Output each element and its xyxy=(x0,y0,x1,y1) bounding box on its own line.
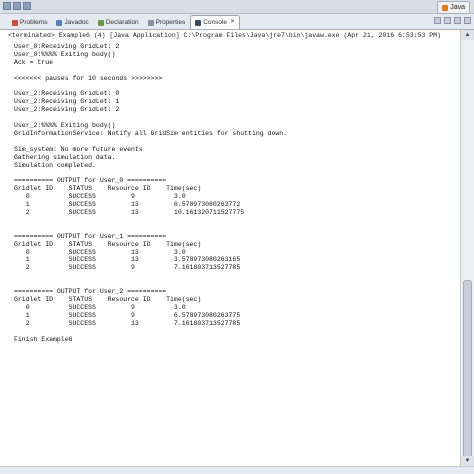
debug-icon[interactable] xyxy=(23,2,31,10)
tab-properties[interactable]: Properties xyxy=(144,16,190,29)
console-line: Finish Example6 xyxy=(14,335,73,343)
console-icon xyxy=(195,19,202,26)
scrollbar-thumb[interactable] xyxy=(463,280,472,460)
tab-problems[interactable]: Problems xyxy=(8,16,51,29)
console-line: User_2:Receiving GridLet: 1 xyxy=(14,98,120,106)
console-line: Simulation completed. xyxy=(14,161,96,169)
console-view-tools xyxy=(434,17,471,24)
console-line: ========== OUTPUT for User_2 ========== xyxy=(14,288,167,296)
properties-icon xyxy=(147,19,154,26)
java-perspective-button[interactable]: Java xyxy=(437,1,470,14)
console-output[interactable]: <terminated> Example6 (4) [Java Applicat… xyxy=(0,30,460,466)
console-line: User_2:Receiving GridLet: 2 xyxy=(14,106,120,114)
toolbar-icons xyxy=(3,2,31,10)
console-line: Ack = true xyxy=(14,58,54,66)
console-line: <<<<<<< pauses for 10 seconds >>>>>>>> xyxy=(14,74,163,82)
java-perspective-icon xyxy=(442,4,449,11)
console-line: 0 SUCCESS 13 3.0 xyxy=(14,248,186,256)
console-line: User_0:%%%% Exiting body() xyxy=(14,50,116,58)
console-line: 1 SUCCESS 13 3.578973080263165 xyxy=(14,256,241,264)
view-tab-bar: Problems Javadoc Declaration Properties … xyxy=(0,14,474,30)
clear-console-icon[interactable] xyxy=(444,17,451,24)
console-line: 0 SUCCESS 9 3.0 xyxy=(14,193,186,201)
console-header: <terminated> Example6 (4) [Java Applicat… xyxy=(8,32,441,39)
tab-javadoc-label: Javadoc xyxy=(64,19,89,26)
tab-javadoc[interactable]: Javadoc xyxy=(52,16,92,29)
java-perspective-label: Java xyxy=(450,4,465,11)
console-lines: User_0:Receiving GridLet: 2 User_0:%%%% E… xyxy=(0,43,460,343)
scroll-up-icon[interactable]: ▲ xyxy=(461,30,474,40)
console-line: User_0:Receiving GridLet: 2 xyxy=(14,43,120,50)
console-line: User_2:Receiving GridLet: 0 xyxy=(14,90,120,98)
status-bar xyxy=(0,466,474,474)
tab-properties-label: Properties xyxy=(155,19,186,26)
new-file-icon[interactable] xyxy=(3,2,11,10)
console-line: 0 SUCCESS 9 3.0 xyxy=(14,303,186,311)
tab-declaration-label: Declaration xyxy=(105,19,139,26)
main-toolbar: Java xyxy=(0,0,474,14)
console-line: GridInformationService: Notify all GridS… xyxy=(14,129,288,137)
console-line: Sim_system: No more future events xyxy=(14,145,143,153)
console-line: ========== OUTPUT for User_0 ========== xyxy=(14,177,167,185)
console-line: 1 SUCCESS 13 6.578973080263772 xyxy=(14,201,241,209)
console-line: Gridlet ID STATUS Resource ID Time(sec) xyxy=(14,240,202,248)
console-line: User_2:%%%% Exiting body() xyxy=(14,122,116,130)
console-line: 2 SUCCESS 13 10.161320711527775 xyxy=(14,209,245,217)
problems-icon xyxy=(12,19,18,26)
console-line: 1 SUCCESS 9 6.578973080263775 xyxy=(14,311,241,319)
console-line: ========== OUTPUT for User_1 ========== xyxy=(14,232,167,240)
save-icon[interactable] xyxy=(13,2,21,10)
tab-console-label: Console xyxy=(203,19,228,26)
console-line: Gridlet ID STATUS Resource ID Time(sec) xyxy=(14,185,202,193)
console-scrollbar[interactable]: ▲ ▼ xyxy=(460,30,474,466)
javadoc-icon xyxy=(56,19,63,26)
tab-declaration[interactable]: Declaration xyxy=(94,16,143,29)
console-line: Gathering simulation data. xyxy=(14,153,116,161)
terminate-icon[interactable] xyxy=(434,17,441,24)
console-line: Gridlet ID STATUS Resource ID Time(sec) xyxy=(14,296,202,303)
tab-console[interactable]: Console ✕ xyxy=(190,15,241,29)
declaration-icon xyxy=(97,19,104,26)
minimize-icon[interactable] xyxy=(464,17,471,24)
console-line: 2 SUCCESS 13 7.161803713527785 xyxy=(14,319,241,327)
pin-console-icon[interactable] xyxy=(454,17,461,24)
close-icon[interactable]: ✕ xyxy=(230,16,235,29)
tab-problems-label: Problems xyxy=(20,19,48,26)
scroll-down-icon[interactable]: ▼ xyxy=(461,456,474,466)
console-line: 2 SUCCESS 9 7.161803713527785 xyxy=(14,264,241,272)
